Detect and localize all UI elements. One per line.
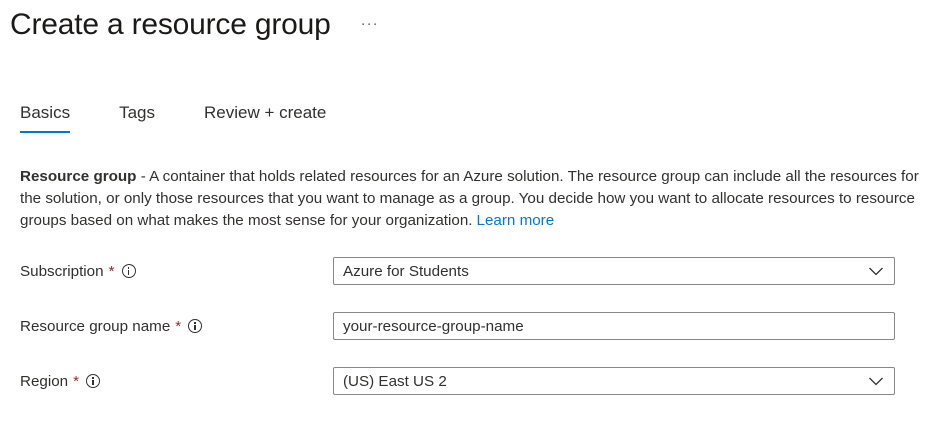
resource-group-name-row: Resource group name * — [20, 311, 900, 341]
resource-group-name-label: Resource group name * — [20, 318, 333, 335]
learn-more-link[interactable]: Learn more — [477, 212, 555, 229]
region-label-text: Region — [20, 372, 69, 390]
description-term: Resource group — [20, 168, 137, 185]
resource-group-name-label-text: Resource group name — [20, 317, 171, 335]
info-icon[interactable] — [188, 319, 203, 333]
subscription-dropdown[interactable]: Azure for Students — [333, 257, 895, 285]
tab-tags[interactable]: Tags — [119, 100, 155, 134]
chevron-down-icon — [869, 377, 883, 386]
description-text: - A container that holds related resourc… — [20, 168, 919, 229]
tab-basics[interactable]: Basics — [20, 100, 71, 134]
region-row: Region * (US) East US 2 — [20, 366, 900, 396]
create-resource-group-page: Create a resource group ··· Basics Tags … — [0, 0, 940, 422]
resource-group-name-input[interactable] — [343, 317, 863, 335]
info-icon[interactable] — [121, 264, 136, 278]
required-asterisk: * — [73, 372, 80, 390]
tab-bar: Basics Tags Review + create — [20, 100, 375, 136]
page-title: Create a resource group — [10, 8, 331, 41]
chevron-down-icon — [869, 267, 883, 276]
resource-group-description: Resource group - A container that holds … — [20, 166, 920, 232]
info-icon[interactable] — [86, 374, 101, 388]
subscription-label: Subscription * — [20, 263, 333, 280]
title-row: Create a resource group ··· — [10, 2, 379, 48]
required-asterisk: * — [108, 262, 115, 280]
region-label: Region * — [20, 373, 333, 390]
region-dropdown[interactable]: (US) East US 2 — [333, 367, 895, 395]
required-asterisk: * — [175, 317, 182, 335]
tab-review-create[interactable]: Review + create — [204, 100, 326, 134]
region-value: (US) East US 2 — [343, 372, 447, 390]
subscription-value: Azure for Students — [343, 262, 469, 280]
resource-group-name-field[interactable] — [333, 312, 895, 340]
more-actions-button[interactable]: ··· — [361, 15, 379, 32]
subscription-row: Subscription * Azure for Students — [20, 256, 900, 286]
subscription-label-text: Subscription — [20, 262, 104, 280]
